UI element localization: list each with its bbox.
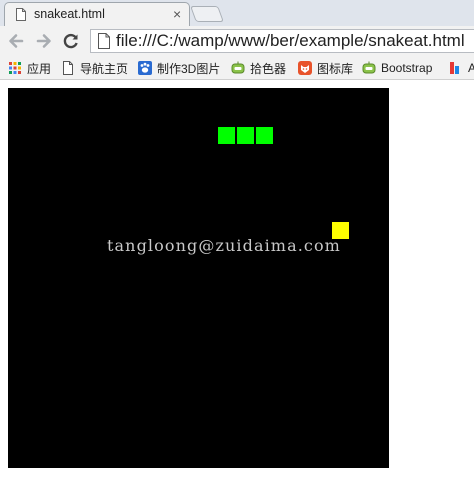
tab-snakeat[interactable]: snakeat.html × [4, 2, 190, 26]
tab-close-icon[interactable]: × [173, 6, 181, 22]
address-bar[interactable]: file:///C:/wamp/www/ber/example/snakeat.… [90, 29, 474, 53]
paw-icon [138, 61, 152, 75]
bookmark-label: 制作3D图片 [157, 61, 221, 76]
page-icon [16, 8, 26, 21]
bookmark-label: 拾色器 [250, 61, 287, 76]
snake-segment [237, 127, 254, 144]
game-board[interactable]: tangloong@zuidaima.com [8, 88, 389, 468]
address-text: file:///C:/wamp/www/ber/example/snakeat.… [116, 31, 465, 50]
page-icon [63, 61, 73, 75]
bookmark-apps[interactable]: 应用 [8, 60, 51, 76]
new-tab-button[interactable] [190, 6, 224, 22]
bookmark-bootstrap[interactable]: Bootstrap [362, 60, 432, 76]
robot-icon [231, 61, 245, 74]
bookmark-overflow[interactable]: A [449, 60, 474, 76]
tab-title: snakeat.html [34, 7, 105, 21]
bar-icon [450, 62, 459, 74]
tab-strip: snakeat.html × [0, 0, 474, 26]
bookmark-home[interactable]: 导航主页 [61, 60, 128, 76]
bookmark-color-picker[interactable]: 拾色器 [231, 60, 286, 76]
bookmark-label: A [468, 61, 474, 75]
apps-grid-icon [9, 62, 21, 74]
bookmarks-bar: 应用 导航主页 制作3D图片 拾色器 图标库 Bootstrap [0, 56, 474, 80]
watermark: tangloong@zuidaima.com [107, 236, 341, 255]
page-content: tangloong@zuidaima.com [0, 80, 474, 495]
bookmark-3d[interactable]: 制作3D图片 [138, 60, 220, 76]
snake-head [256, 127, 273, 144]
robot-icon [362, 61, 376, 74]
fox-icon [298, 61, 312, 75]
bookmark-icon-library[interactable]: 图标库 [298, 60, 353, 76]
reload-icon[interactable] [61, 31, 81, 51]
bookmark-label: 应用 [27, 61, 52, 76]
back-arrow-icon[interactable] [6, 31, 26, 51]
forward-arrow-icon[interactable] [34, 31, 54, 51]
bookmark-label: 图标库 [317, 61, 354, 76]
bookmark-label: 导航主页 [80, 61, 129, 76]
snake-segment [218, 127, 235, 144]
browser-window: snakeat.html × file:///C:/wamp/www/ber/e… [0, 0, 474, 495]
bookmark-label: Bootstrap [381, 61, 433, 75]
page-icon [98, 33, 110, 49]
toolbar: file:///C:/wamp/www/ber/example/snakeat.… [0, 26, 474, 56]
